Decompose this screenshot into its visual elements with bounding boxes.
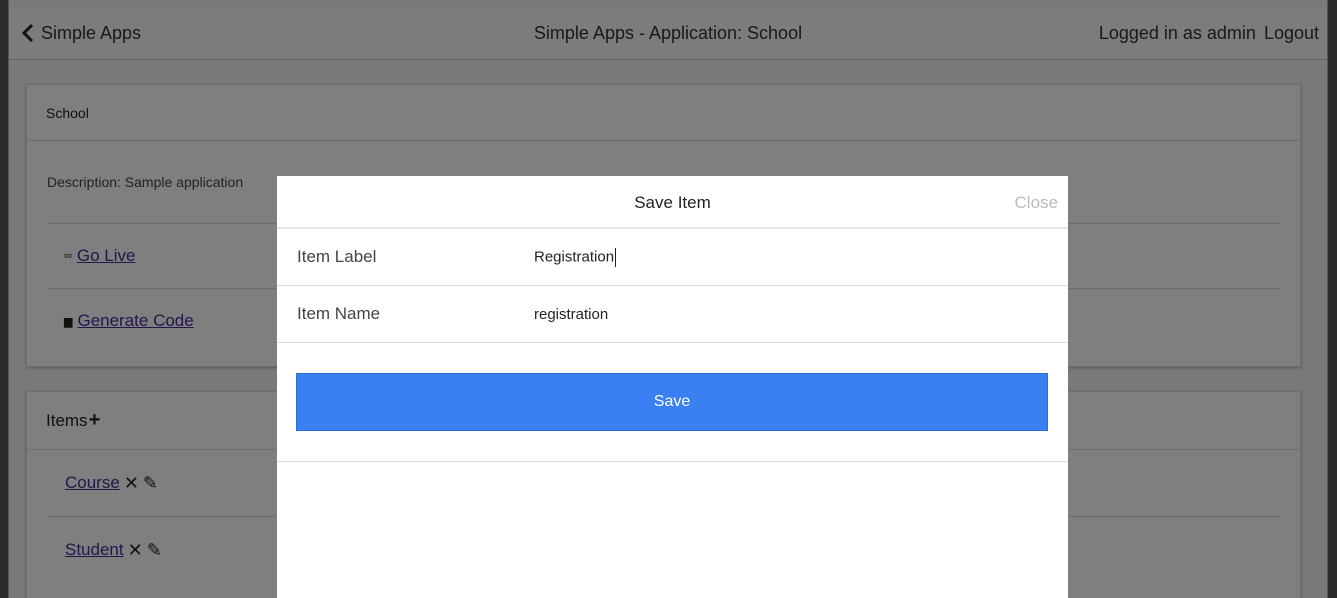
item-label-caption: Item Label <box>297 247 377 266</box>
close-button[interactable]: Close <box>1015 193 1058 213</box>
modal-title: Save Item <box>634 193 711 212</box>
text-cursor <box>615 247 617 267</box>
item-name-field[interactable]: registration <box>534 306 1014 323</box>
save-button[interactable]: Save <box>296 373 1048 431</box>
save-item-modal: Save Item Close Item Label Registration … <box>277 176 1068 598</box>
item-label-field-wrap[interactable]: Registration <box>534 247 617 267</box>
modal-actions: Save <box>277 343 1068 462</box>
item-label-row: Item Label Registration <box>277 229 1068 286</box>
item-name-row: Item Name registration <box>277 286 1068 343</box>
modal-header: Save Item Close <box>277 176 1068 229</box>
item-label-field[interactable]: Registration <box>534 248 614 265</box>
item-name-caption: Item Name <box>297 304 381 323</box>
app-frame: Simple Apps Simple Apps - Application: S… <box>8 0 1328 598</box>
